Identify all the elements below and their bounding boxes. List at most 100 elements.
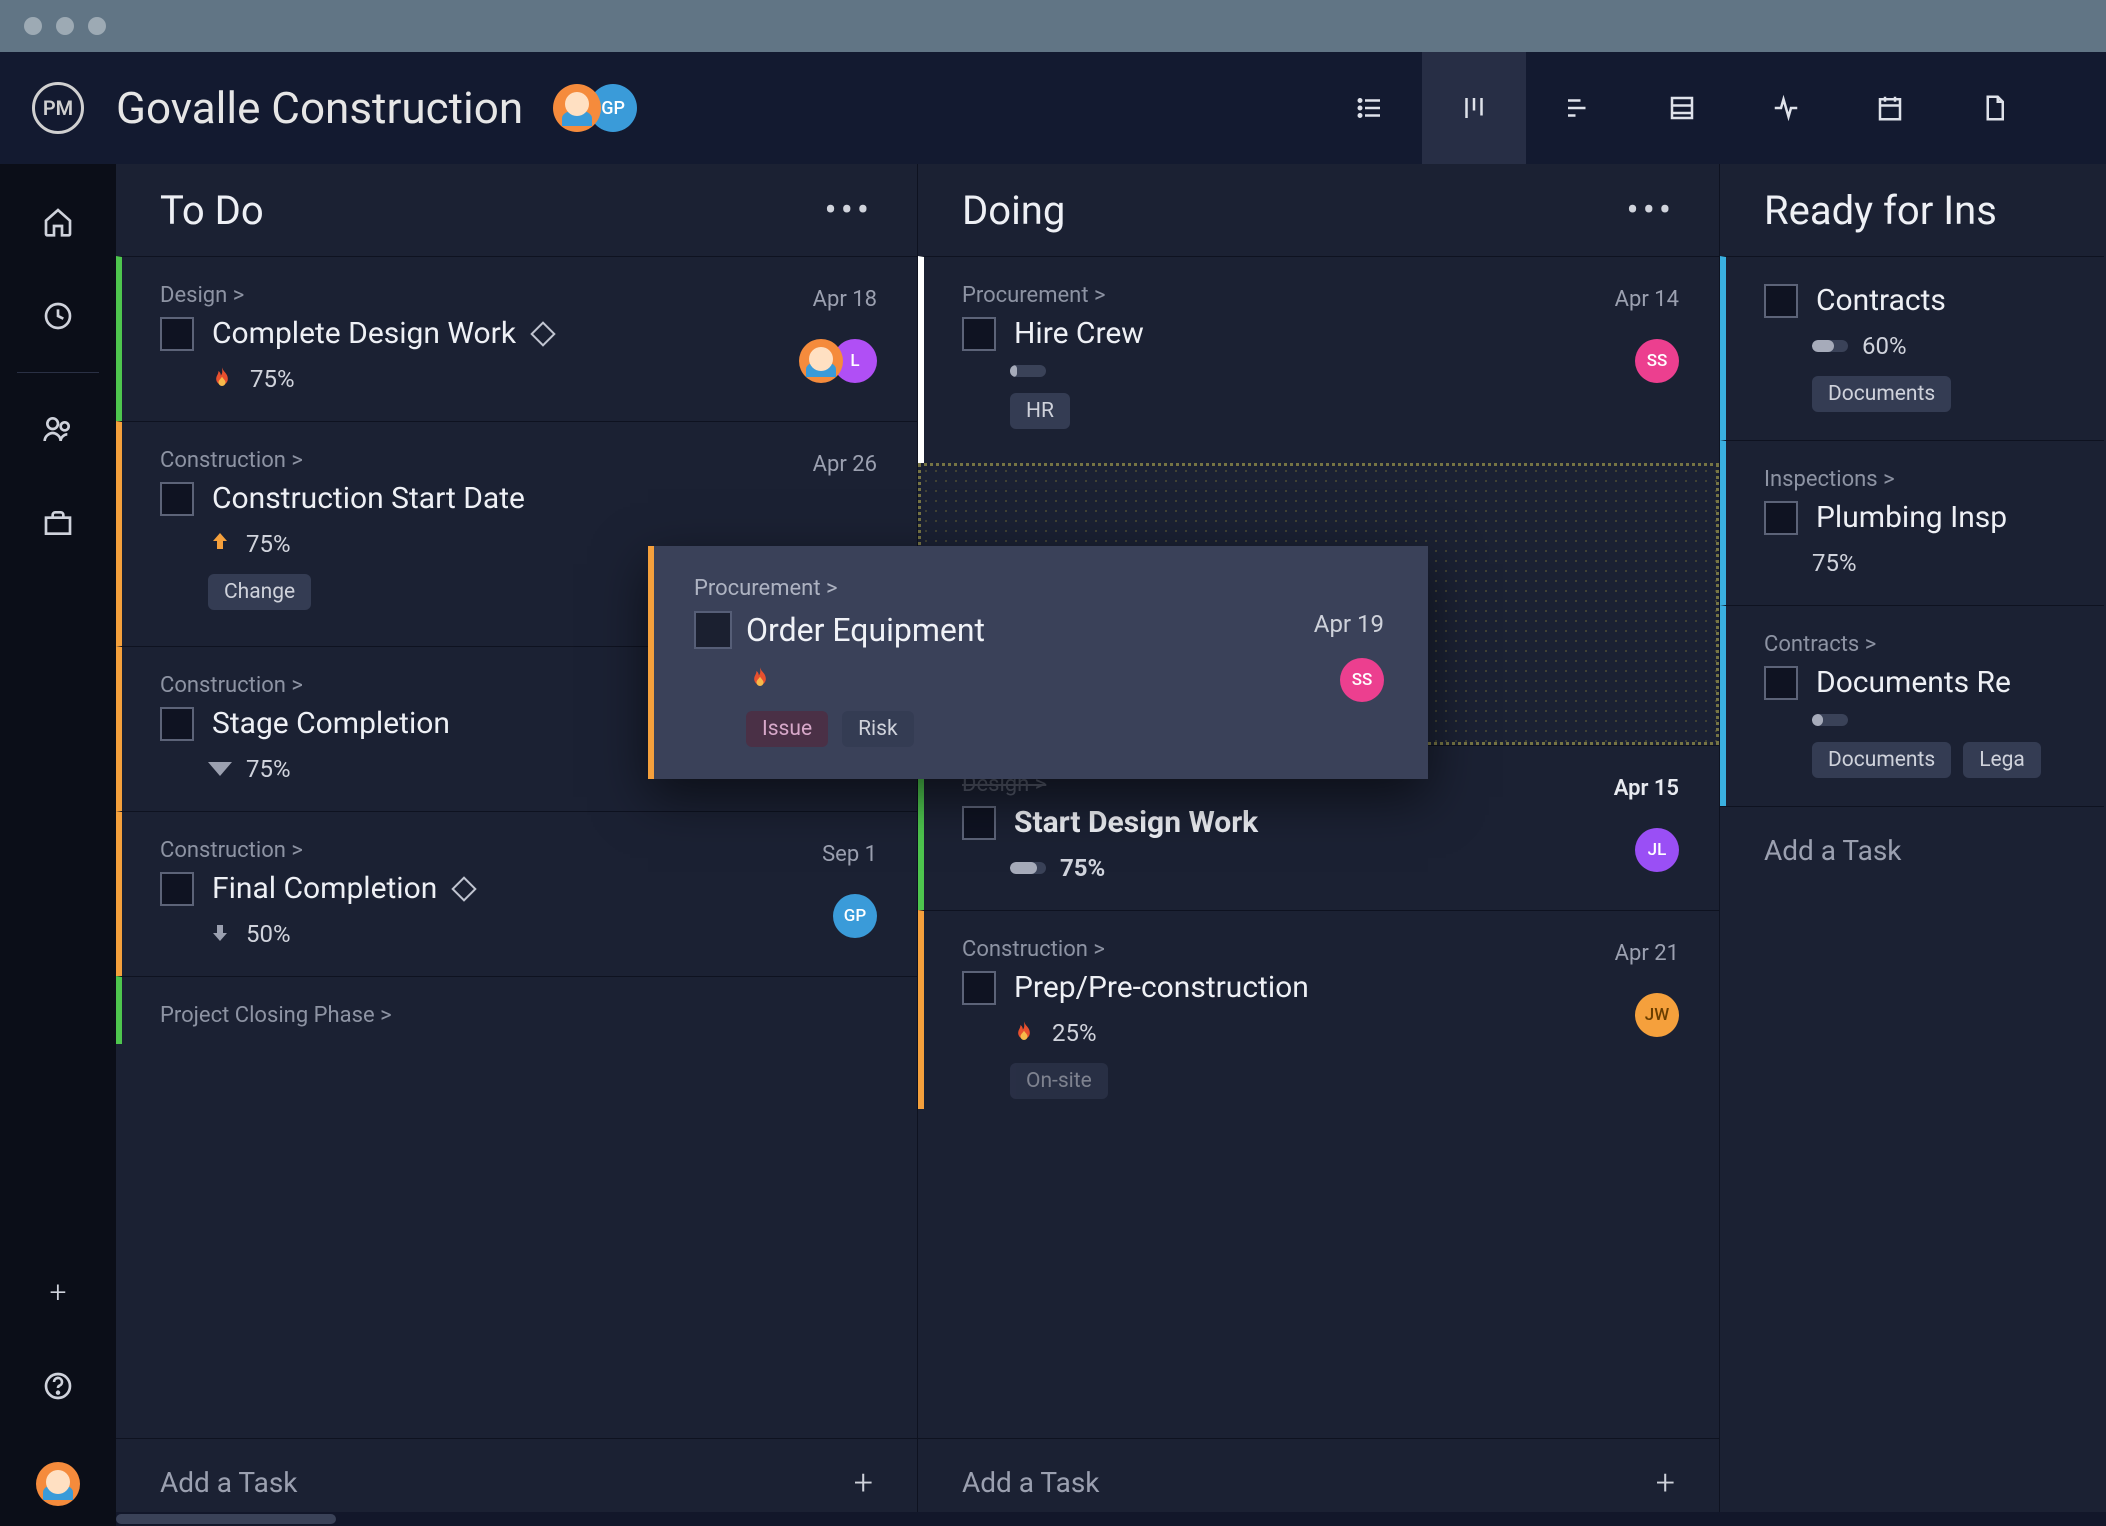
card-title: Hire Crew: [1014, 316, 1144, 351]
view-switcher: [1318, 52, 2046, 164]
task-checkbox[interactable]: [962, 971, 996, 1005]
task-checkbox[interactable]: [694, 611, 732, 649]
nav-recent-icon[interactable]: [40, 298, 76, 334]
task-checkbox[interactable]: [160, 872, 194, 906]
add-task-button[interactable]: Add a Task: [1720, 806, 2104, 894]
card-tag[interactable]: Risk: [842, 711, 914, 747]
view-board[interactable]: [1422, 52, 1526, 164]
column-ready: Ready for Ins Contracts 60% Documents: [1720, 164, 2104, 1526]
milestone-icon: [452, 876, 477, 901]
card-assignees[interactable]: GP: [833, 894, 877, 938]
traffic-light-zoom[interactable]: [88, 17, 106, 35]
task-checkbox[interactable]: [160, 482, 194, 516]
traffic-light-minimize[interactable]: [56, 17, 74, 35]
plus-icon: +: [1656, 1463, 1675, 1503]
avatar-initials[interactable]: GP: [833, 894, 877, 938]
card-assignees[interactable]: JL: [1635, 828, 1679, 872]
task-card[interactable]: Procurement > Hire Crew Apr 14 HR SS: [918, 256, 1719, 463]
task-card[interactable]: Design > Complete Design Work Apr 18 75%: [116, 256, 917, 421]
view-files[interactable]: [1942, 52, 2046, 164]
dragging-card[interactable]: Procurement > Order Equipment Apr 19 Iss…: [648, 546, 1428, 779]
progress-bar: [1010, 862, 1046, 874]
logo-circle: PM: [32, 82, 84, 134]
nav-team-icon[interactable]: [40, 411, 76, 447]
task-checkbox[interactable]: [160, 707, 194, 741]
window-titlebar: [0, 0, 2106, 52]
task-card[interactable]: Contracts 60% Documents: [1720, 256, 2104, 440]
card-tag[interactable]: Lega: [1963, 742, 2041, 778]
sidebar-add-button[interactable]: +: [50, 1275, 67, 1310]
task-card[interactable]: Inspections > Plumbing Insp 75%: [1720, 440, 2104, 605]
card-percent: 75%: [1812, 549, 1857, 577]
view-calendar[interactable]: [1838, 52, 1942, 164]
column-cards: Contracts 60% Documents Inspections > Pl…: [1720, 256, 2104, 1526]
card-breadcrumb: Construction >: [160, 838, 877, 863]
card-title: Order Equipment: [746, 611, 985, 649]
avatar-initials[interactable]: SS: [1340, 658, 1384, 702]
priority-fire-icon: [746, 665, 774, 693]
card-tag[interactable]: Documents: [1812, 376, 1951, 412]
task-checkbox[interactable]: [1764, 501, 1798, 535]
task-card[interactable]: Project Closing Phase >: [116, 976, 917, 1044]
task-card[interactable]: Construction > Final Completion Sep 1 50…: [116, 811, 917, 976]
add-task-label: Add a Task: [962, 1466, 1099, 1499]
task-card[interactable]: Construction > Prep/Pre-construction Apr…: [918, 910, 1719, 1109]
card-breadcrumb: Procurement >: [694, 576, 1384, 601]
app-logo[interactable]: PM: [0, 82, 116, 134]
view-sheet[interactable]: [1630, 52, 1734, 164]
card-tag[interactable]: Issue: [746, 711, 828, 747]
task-checkbox[interactable]: [1764, 666, 1798, 700]
horizontal-scrollbar[interactable]: [116, 1512, 2106, 1526]
card-percent: 75%: [246, 530, 291, 558]
column-header: Doing •••: [918, 164, 1719, 256]
task-card[interactable]: Contracts > Documents Re Documents Lega: [1720, 605, 2104, 806]
card-title: Final Completion: [212, 871, 437, 906]
column-menu-icon[interactable]: •••: [825, 189, 873, 231]
card-percent: 50%: [246, 920, 291, 948]
card-percent: 75%: [1060, 854, 1105, 882]
column-title: To Do: [160, 187, 264, 234]
view-gantt[interactable]: [1526, 52, 1630, 164]
task-checkbox[interactable]: [160, 317, 194, 351]
card-assignees[interactable]: L: [799, 339, 877, 383]
card-percent: 75%: [246, 755, 291, 783]
card-tag[interactable]: Documents: [1812, 742, 1951, 778]
card-assignees[interactable]: SS: [1340, 658, 1384, 702]
column-title: Ready for Ins: [1764, 187, 1997, 234]
card-title: Complete Design Work: [212, 316, 516, 351]
task-checkbox[interactable]: [1764, 284, 1798, 318]
avatar-initials[interactable]: JL: [1635, 828, 1679, 872]
card-title: Plumbing Insp: [1816, 500, 2007, 535]
card-title: Prep/Pre-construction: [1014, 970, 1309, 1005]
nav-portfolio-icon[interactable]: [40, 505, 76, 541]
card-tag[interactable]: HR: [1010, 393, 1070, 429]
card-assignees[interactable]: JW: [1635, 993, 1679, 1037]
card-date: Apr 19: [1314, 610, 1384, 638]
card-title: Start Design Work: [1014, 805, 1258, 840]
view-activity[interactable]: [1734, 52, 1838, 164]
column-doing: Doing ••• Procurement > Hire Crew Apr 14…: [918, 164, 1720, 1526]
task-checkbox[interactable]: [962, 806, 996, 840]
avatar-face[interactable]: [799, 339, 843, 383]
priority-up-icon: [208, 530, 232, 558]
task-checkbox[interactable]: [962, 317, 996, 351]
avatar-initials[interactable]: SS: [1635, 339, 1679, 383]
card-date: Sep 1: [822, 842, 877, 867]
progress-bar: [1812, 340, 1848, 352]
card-assignees[interactable]: SS: [1635, 339, 1679, 383]
card-tag[interactable]: Change: [208, 574, 311, 610]
card-tag[interactable]: On-site: [1010, 1063, 1108, 1099]
avatar-face[interactable]: [553, 84, 601, 132]
view-list[interactable]: [1318, 52, 1422, 164]
traffic-light-close[interactable]: [24, 17, 42, 35]
nav-help-icon[interactable]: [40, 1368, 76, 1404]
card-date: Apr 26: [813, 452, 877, 477]
left-sidebar: +: [0, 164, 116, 1526]
card-date: Apr 15: [1614, 776, 1679, 801]
column-menu-icon[interactable]: •••: [1627, 189, 1675, 231]
nav-home-icon[interactable]: [40, 204, 76, 240]
avatar-initials[interactable]: JW: [1635, 993, 1679, 1037]
project-members[interactable]: GP: [553, 84, 637, 132]
sidebar-user-avatar[interactable]: [36, 1462, 80, 1506]
column-header: To Do •••: [116, 164, 917, 256]
